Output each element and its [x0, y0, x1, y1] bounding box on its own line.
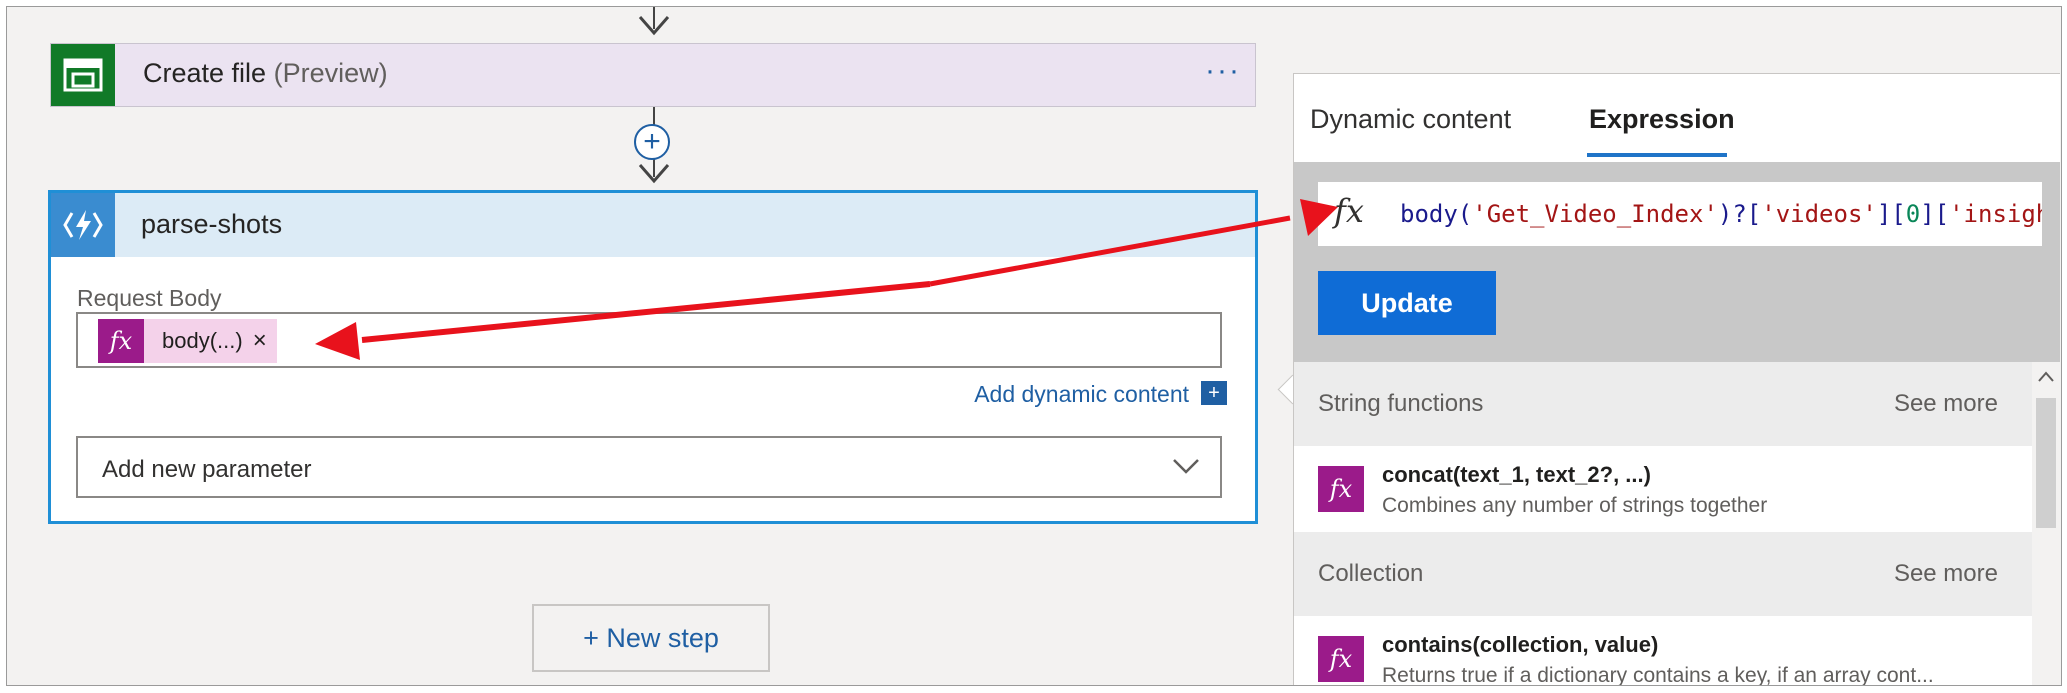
- expr-part: ][: [1876, 200, 1906, 228]
- preview-label: (Preview): [273, 58, 388, 88]
- function-description: Combines any number of strings together: [1382, 494, 1768, 517]
- scroll-up-icon[interactable]: [2038, 370, 2054, 382]
- see-more-link[interactable]: See more: [1894, 560, 1998, 588]
- arrow-down-icon: [638, 16, 670, 36]
- expr-part: )?[: [1717, 200, 1762, 228]
- arrow-down-icon: [638, 164, 670, 184]
- parse-shots-card: parse-shots Request Body fx body(...) × …: [48, 190, 1258, 524]
- function-name: concat(text_1, text_2?, ...): [1382, 462, 1651, 487]
- card-title: parse-shots: [141, 209, 283, 239]
- more-options-icon[interactable]: ···: [1205, 54, 1241, 88]
- expr-part: ][: [1920, 200, 1950, 228]
- scroll-thumb[interactable]: [2036, 398, 2056, 528]
- expression-code: body('Get_Video_Index')?['videos'][0]['i…: [1400, 200, 2042, 228]
- expr-part: 'videos': [1761, 200, 1877, 228]
- azure-function-icon: [51, 193, 115, 257]
- dynamic-content-panel: Dynamic content Expression fx body('Get_…: [1293, 73, 2060, 686]
- remove-token-icon[interactable]: ×: [253, 327, 277, 355]
- function-icon: fx: [1334, 192, 1364, 230]
- create-file-card[interactable]: Create file (Preview) ···: [50, 43, 1256, 107]
- section-string-functions: String functions See more: [1294, 362, 2032, 446]
- function-item-concat[interactable]: fx concat(text_1, text_2?, ...) Combines…: [1294, 446, 2032, 532]
- expression-editor-area: fx body('Get_Video_Index')?['videos'][0]…: [1294, 162, 2060, 362]
- request-body-label: Request Body: [77, 285, 222, 311]
- function-name: contains(collection, value): [1382, 632, 1659, 657]
- function-icon: fx: [1318, 466, 1364, 512]
- card-title: Create file (Preview): [143, 58, 388, 89]
- file-storage-icon: [51, 44, 115, 106]
- expression-input[interactable]: fx body('Get_Video_Index')?['videos'][0]…: [1318, 182, 2042, 246]
- see-more-link[interactable]: See more: [1894, 390, 1998, 418]
- function-icon: fx: [1318, 636, 1364, 682]
- flow-canvas: Create file (Preview) ··· + parse-shots …: [6, 6, 2062, 686]
- tab-expression[interactable]: Expression: [1589, 104, 1735, 135]
- insert-step-icon[interactable]: +: [634, 124, 670, 160]
- update-button[interactable]: Update: [1318, 271, 1496, 335]
- add-new-parameter-dropdown[interactable]: Add new parameter: [76, 436, 1222, 498]
- function-item-contains[interactable]: fx contains(collection, value) Returns t…: [1294, 616, 2032, 686]
- panel-scrollbar[interactable]: [2032, 362, 2060, 685]
- new-step-button[interactable]: + New step: [532, 604, 770, 672]
- expr-part: 0: [1905, 200, 1921, 228]
- token-text: body(...): [162, 328, 243, 353]
- expr-part: 'insights': [1949, 200, 2042, 228]
- add-dynamic-content-link[interactable]: Add dynamic content: [974, 381, 1189, 408]
- section-title: String functions: [1318, 390, 1484, 417]
- function-icon: fx: [98, 319, 144, 363]
- request-body-input[interactable]: fx body(...) ×: [76, 312, 1222, 368]
- chevron-down-icon: [1173, 459, 1199, 474]
- expr-part: 'Get_Video_Index': [1472, 200, 1718, 228]
- create-file-title: Create file: [143, 58, 267, 88]
- add-param-placeholder: Add new parameter: [102, 456, 312, 483]
- add-dynamic-content-icon[interactable]: +: [1201, 381, 1227, 405]
- section-collection: Collection See more: [1294, 532, 2032, 616]
- tab-dynamic-content[interactable]: Dynamic content: [1310, 104, 1511, 135]
- function-description: Returns true if a dictionary contains a …: [1382, 664, 1934, 686]
- expression-token[interactable]: fx body(...) ×: [98, 319, 277, 363]
- active-tab-indicator: [1587, 153, 1727, 157]
- section-title: Collection: [1318, 560, 1424, 587]
- expr-part: body(: [1400, 200, 1473, 228]
